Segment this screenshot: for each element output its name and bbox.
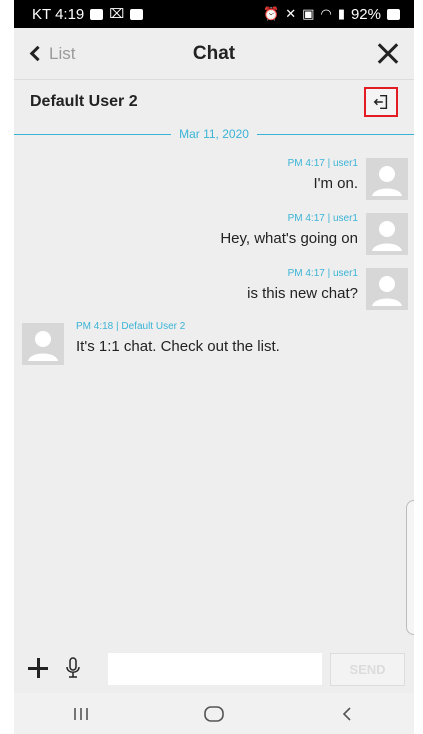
- app-icon: [130, 8, 144, 20]
- nfc-icon: ▣: [302, 6, 315, 22]
- message-meta: PM 4:17 | user1: [287, 213, 358, 224]
- gallery-icon: [90, 8, 104, 20]
- voice-button[interactable]: [64, 656, 82, 680]
- wifi-icon: ◠: [320, 6, 332, 22]
- recent-apps-icon: [73, 707, 88, 720]
- alarm-icon: ⏰: [263, 6, 280, 22]
- back-button[interactable]: [317, 693, 377, 734]
- divider-line-right: [256, 133, 415, 135]
- notification-icon: ⌧: [109, 6, 125, 22]
- message-meta: PM 4:17 | user1: [287, 158, 358, 169]
- avatar[interactable]: [366, 268, 408, 310]
- avatar[interactable]: [366, 213, 408, 255]
- message-body: PM 4:17 | user1 is this new chat?: [247, 268, 358, 302]
- header: List Chat: [14, 28, 414, 80]
- date-label: Mar 11, 2020: [179, 127, 249, 141]
- recent-apps-button[interactable]: [51, 693, 111, 734]
- mute-icon: ✕: [285, 6, 297, 22]
- avatar[interactable]: [366, 158, 408, 200]
- user-avatar-icon: [28, 331, 58, 361]
- signal-icon: ▮: [337, 6, 345, 22]
- chevron-left-icon: [29, 45, 46, 62]
- attach-button[interactable]: [28, 658, 48, 678]
- message-body: PM 4:17 | user1 I'm on.: [288, 158, 358, 192]
- status-bar: KT 4:19 ⌧ ⏰ ✕ ▣ ◠ ▮ 92%: [14, 0, 414, 28]
- room-bar: Default User 2: [14, 80, 414, 124]
- status-right: ⏰ ✕ ▣ ◠ ▮ 92%: [263, 6, 414, 23]
- message-text: I'm on.: [313, 175, 358, 192]
- message-text: It's 1:1 chat. Check out the list.: [76, 338, 280, 355]
- battery-level: 92%: [350, 5, 381, 23]
- status-time: KT 4:19: [32, 5, 85, 23]
- room-name: Default User 2: [30, 93, 138, 110]
- message-item: PM 4:18 | Default User 2 It's 1:1 chat. …: [14, 321, 414, 371]
- status-left: KT 4:19 ⌧: [14, 5, 144, 23]
- back-label: List: [49, 43, 76, 63]
- message-item: PM 4:17 | user1 I'm on.: [14, 156, 414, 211]
- close-button[interactable]: [372, 38, 404, 70]
- chat-app: List Chat Default User 2 Mar 11, 2020 PM…: [14, 28, 415, 693]
- side-panel-handle[interactable]: [406, 500, 414, 635]
- date-divider: Mar 11, 2020: [14, 124, 415, 144]
- microphone-icon: [66, 657, 80, 678]
- message-text: is this new chat?: [247, 285, 358, 302]
- send-button[interactable]: SEND: [330, 653, 405, 686]
- leave-room-button[interactable]: [364, 87, 398, 117]
- message-body: PM 4:18 | Default User 2 It's 1:1 chat. …: [76, 321, 280, 355]
- message-composer: SEND: [14, 648, 414, 693]
- message-text: Hey, what's going on: [220, 230, 358, 247]
- system-nav-bar: [14, 693, 414, 734]
- message-input[interactable]: [108, 653, 322, 685]
- user-avatar-icon: [372, 276, 402, 306]
- message-list: PM 4:17 | user1 I'm on. PM 4:17 | user1 …: [14, 156, 414, 371]
- home-button[interactable]: [184, 693, 244, 734]
- user-avatar-icon: [372, 166, 402, 196]
- battery-icon: [387, 8, 400, 20]
- message-item: PM 4:17 | user1 is this new chat?: [14, 266, 414, 321]
- divider-line-left: [14, 133, 172, 135]
- back-to-list-button[interactable]: List: [14, 28, 75, 79]
- avatar[interactable]: [22, 323, 64, 365]
- exit-icon: [373, 94, 388, 110]
- back-arrow-icon: [343, 706, 351, 721]
- message-body: PM 4:17 | user1 Hey, what's going on: [220, 213, 358, 247]
- home-icon: [204, 705, 224, 722]
- message-meta: PM 4:18 | Default User 2: [76, 321, 186, 332]
- message-meta: PM 4:17 | user1: [287, 268, 358, 279]
- message-item: PM 4:17 | user1 Hey, what's going on: [14, 211, 414, 266]
- user-avatar-icon: [372, 221, 402, 251]
